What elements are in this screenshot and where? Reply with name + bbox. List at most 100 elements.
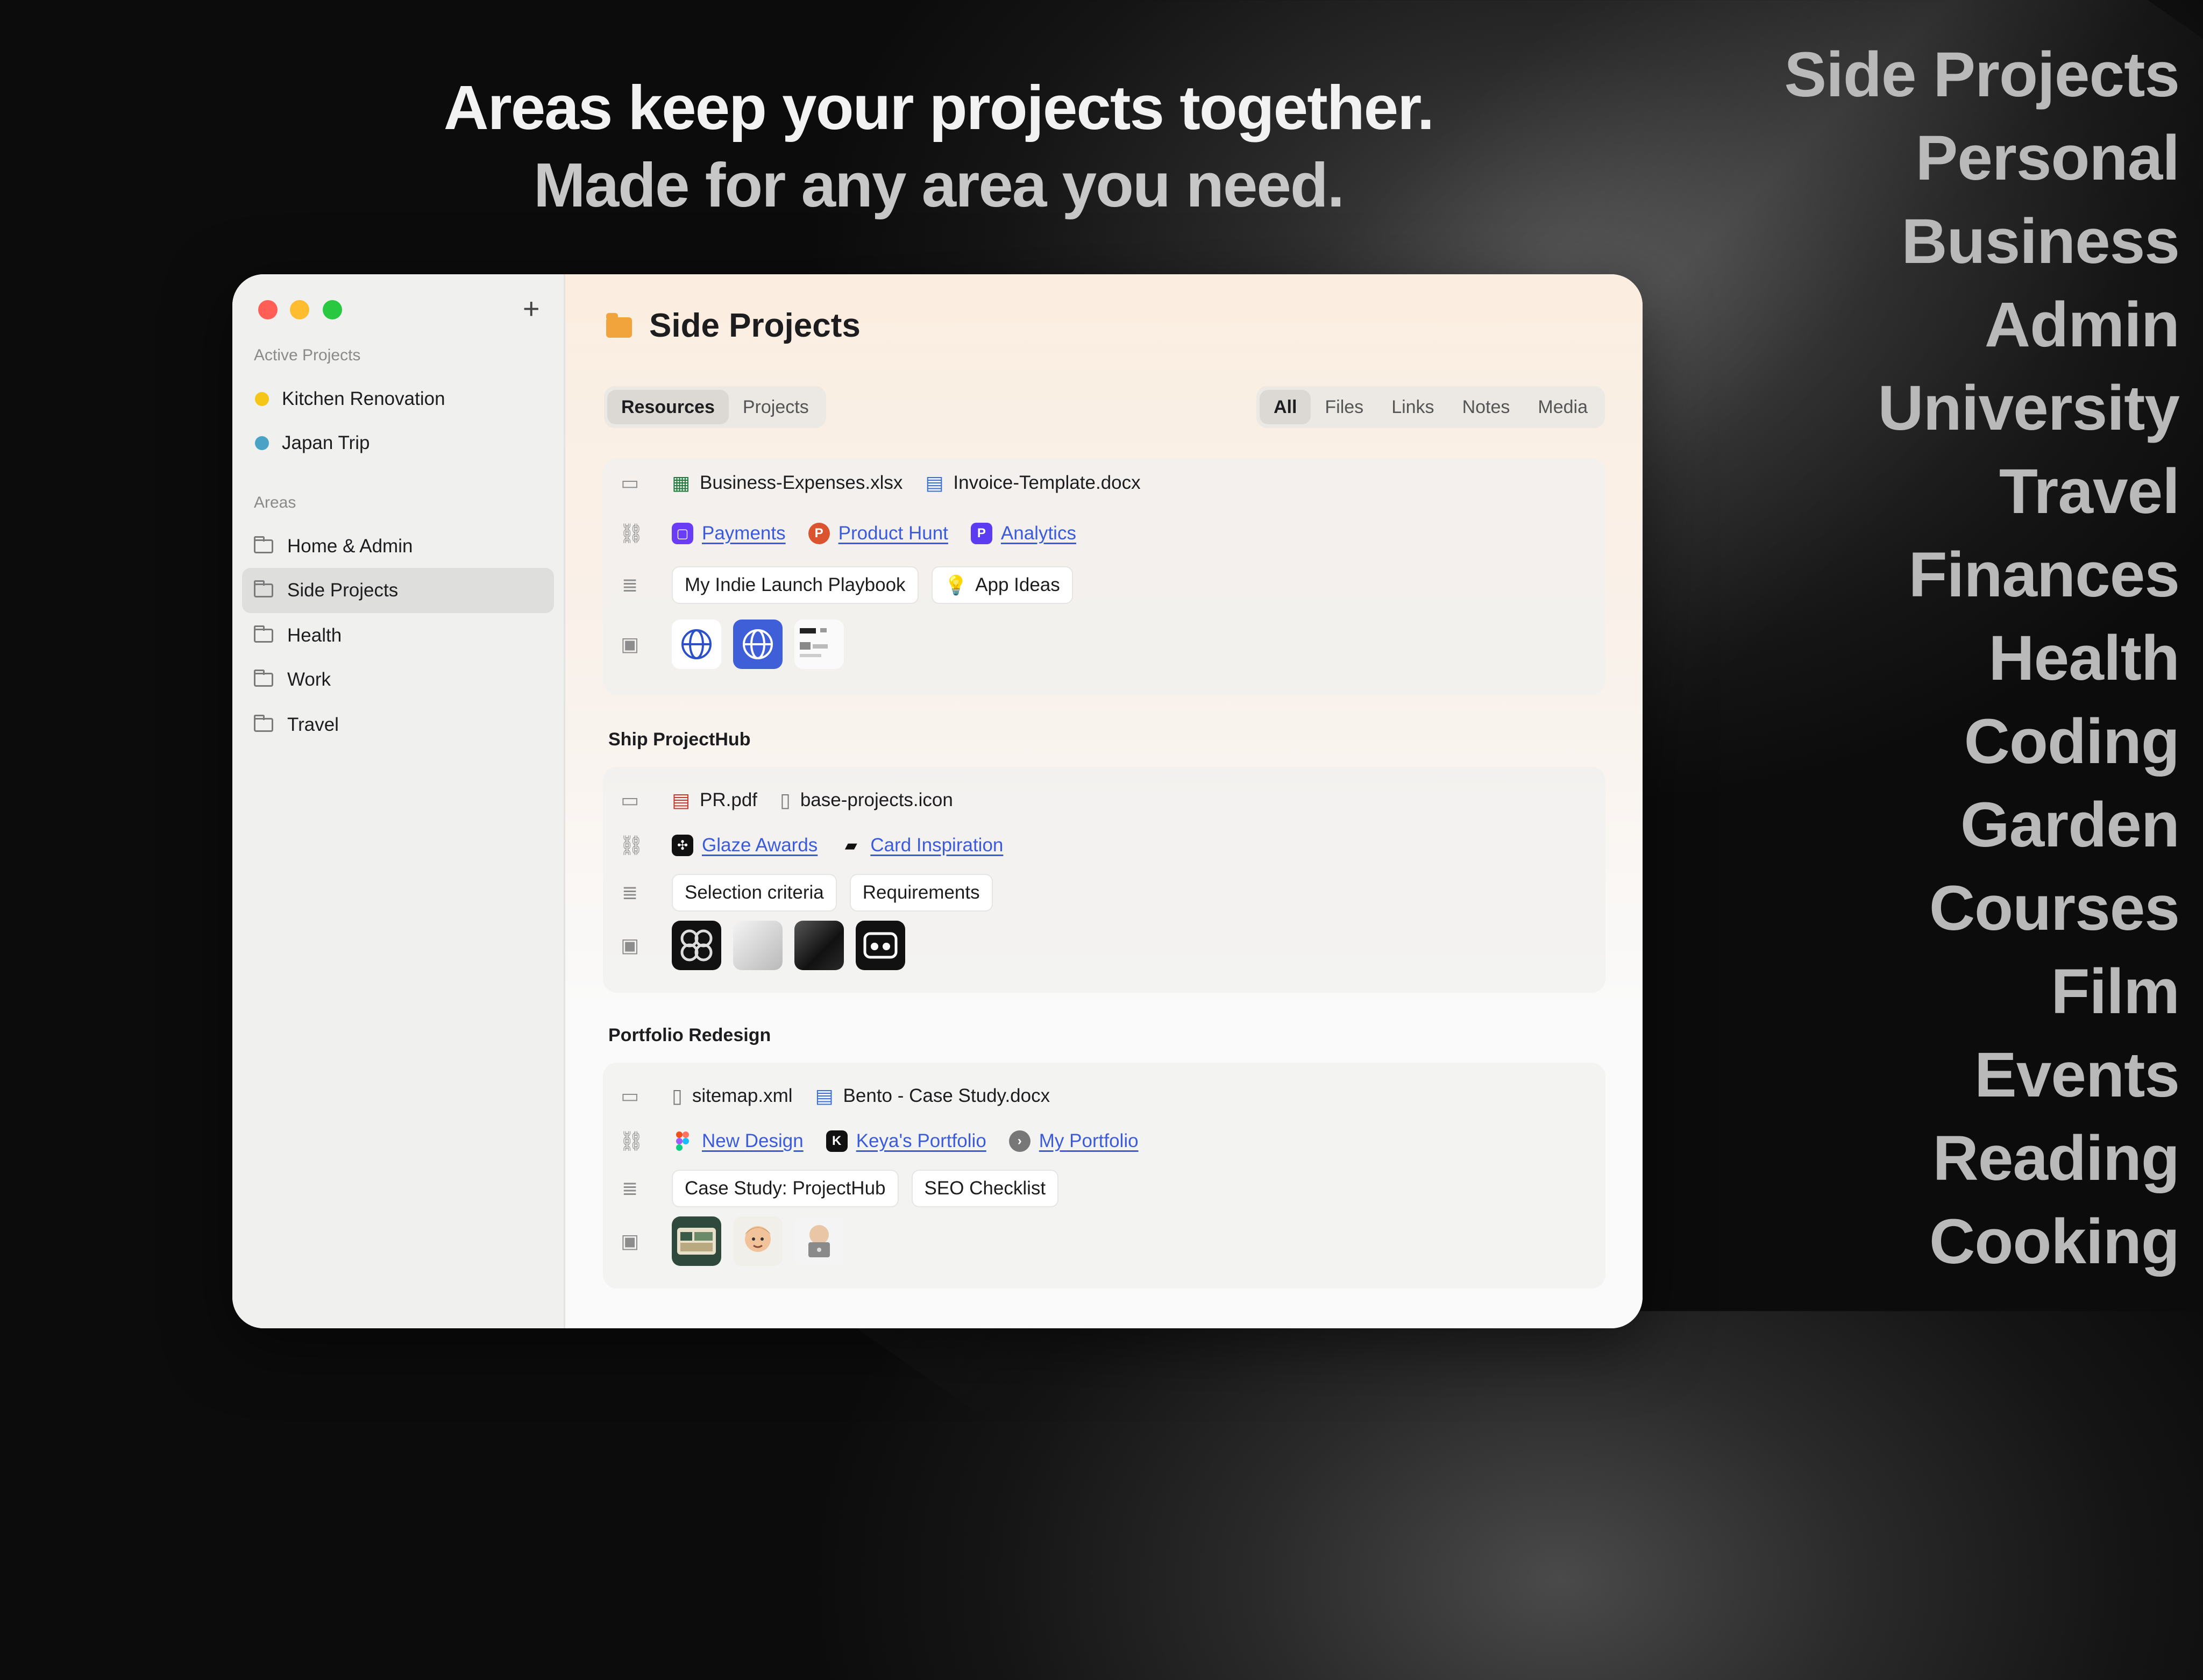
- file-item[interactable]: ▦ Business-Expenses.xlsx: [672, 472, 902, 494]
- group-label: Portfolio Redesign: [608, 1025, 771, 1045]
- area-name: Personal: [1915, 123, 2180, 194]
- app-icon-thumbnail[interactable]: [856, 921, 905, 970]
- sidebar-item-work[interactable]: Work: [242, 657, 554, 702]
- sidebar-item-label: Japan Trip: [282, 432, 370, 453]
- close-window-button[interactable]: [258, 300, 278, 319]
- dark-thumbnail[interactable]: [794, 921, 844, 970]
- area-name: Finances: [1908, 539, 2180, 610]
- area-name: University: [1878, 373, 2180, 444]
- page-title: Side Projects: [649, 307, 861, 344]
- area-name: Side Projects: [1784, 39, 2180, 110]
- file-icon: ▯: [672, 1085, 683, 1107]
- sidebar-item-health[interactable]: Health: [242, 613, 554, 658]
- files-row: ▭ ▯ sitemap.xml ▤ Bento - Case Study.docx: [603, 1074, 1605, 1117]
- notes-row: ≣ Case Study: ProjectHub SEO Checklist: [603, 1167, 1605, 1210]
- memoji-laptop-avatar[interactable]: [794, 1216, 844, 1266]
- pdf-icon: ▤: [672, 789, 691, 811]
- lightbulb-icon: 💡: [944, 574, 968, 596]
- file-item[interactable]: ▯ base-projects.icon: [780, 789, 953, 811]
- image-icon: ▣: [620, 633, 639, 655]
- link-icon: ⛓: [619, 522, 644, 544]
- note-item[interactable]: SEO Checklist: [911, 1170, 1059, 1207]
- note-item[interactable]: Case Study: ProjectHub: [672, 1170, 899, 1207]
- sidebar-item-side-projects[interactable]: Side Projects: [242, 568, 554, 613]
- sidebar-item-travel[interactable]: Travel: [242, 702, 554, 748]
- filter-all[interactable]: All: [1259, 390, 1311, 424]
- link-item[interactable]: P Analytics: [970, 523, 1076, 544]
- note-item[interactable]: Selection criteria: [672, 874, 837, 912]
- area-name: Cooking: [1929, 1206, 2180, 1277]
- silver-thumbnail[interactable]: [733, 921, 783, 970]
- file-item[interactable]: ▤ Bento - Case Study.docx: [815, 1085, 1050, 1107]
- link-item[interactable]: P Product Hunt: [808, 523, 948, 544]
- minimize-window-button[interactable]: [290, 300, 309, 319]
- area-name: Reading: [1932, 1123, 2180, 1194]
- sidebar: + Active Projects Kitchen Renovation Jap…: [232, 274, 565, 1328]
- note-item[interactable]: Requirements: [849, 874, 993, 912]
- filter-media[interactable]: Media: [1524, 390, 1602, 424]
- note-item[interactable]: 💡 App Ideas: [931, 566, 1073, 604]
- zoom-window-button[interactable]: [323, 300, 342, 319]
- folder-icon: [254, 670, 273, 687]
- area-name: Courses: [1929, 873, 2180, 944]
- link-item[interactable]: › My Portfolio: [1008, 1130, 1139, 1152]
- glaze-icon: ✣: [672, 835, 693, 856]
- folder-icon: [254, 580, 273, 597]
- tab-projects[interactable]: Projects: [729, 390, 823, 424]
- folder-icon: [606, 313, 632, 338]
- filter-notes[interactable]: Notes: [1448, 390, 1524, 424]
- filter-links[interactable]: Links: [1377, 390, 1448, 424]
- resource-card: ▭ ▯ sitemap.xml ▤ Bento - Case Study.docx …: [603, 1063, 1605, 1289]
- memoji-avatar[interactable]: [733, 1216, 783, 1266]
- status-dot-icon: [255, 436, 269, 450]
- resource-card: ▭ ▤ PR.pdf ▯ base-projects.icon ⛓ ✣ Glaze A…: [603, 767, 1605, 993]
- globe-icon[interactable]: [733, 620, 783, 669]
- link-item[interactable]: New Design: [672, 1130, 804, 1152]
- headline-line-1: Areas keep your projects together.: [443, 73, 1434, 143]
- globe-icon[interactable]: [672, 620, 721, 669]
- cards-icon: ▰: [844, 836, 857, 855]
- file-item[interactable]: ▤ PR.pdf: [672, 789, 757, 811]
- image-icon: ▣: [620, 934, 639, 956]
- sidebar-item-label: Travel: [287, 714, 339, 735]
- status-dot-icon: [255, 392, 269, 406]
- file-item[interactable]: ▤ Invoice-Template.docx: [925, 472, 1140, 494]
- folder-icon: [254, 715, 273, 732]
- screenshot-thumbnail[interactable]: [794, 620, 844, 669]
- link-item[interactable]: K Keya's Portfolio: [826, 1130, 986, 1152]
- resource-card: ▭ ▦ Business-Expenses.xlsx ▤ Invoice-Templ…: [603, 458, 1605, 695]
- producthunt-icon: P: [808, 523, 830, 544]
- headline-line-2: Made for any area you need.: [533, 150, 1345, 220]
- files-row: ▭ ▦ Business-Expenses.xlsx ▤ Invoice-Templ…: [603, 461, 1605, 504]
- glaze-logo-thumbnail[interactable]: [672, 921, 721, 970]
- areas-label: Areas: [254, 494, 296, 511]
- figma-icon: [672, 1130, 693, 1152]
- spreadsheet-icon: ▦: [672, 472, 691, 494]
- active-projects-label: Active Projects: [254, 346, 361, 364]
- link-item[interactable]: ✣ Glaze Awards: [672, 835, 818, 856]
- sidebar-item-label: Side Projects: [287, 580, 399, 601]
- sidebar-item-japan-trip[interactable]: Japan Trip: [242, 421, 554, 466]
- media-row: ▣: [603, 1214, 1605, 1268]
- sidebar-item-kitchen-renovation[interactable]: Kitchen Renovation: [242, 376, 554, 422]
- headline: Areas keep your projects together. Made …: [409, 69, 1468, 224]
- sidebar-item-label: Kitchen Renovation: [282, 388, 445, 409]
- link-item[interactable]: ▰ Card Inspiration: [840, 835, 1004, 856]
- link-item[interactable]: ▢ Payments: [672, 523, 786, 544]
- sidebar-item-home-admin[interactable]: Home & Admin: [242, 524, 554, 569]
- note-icon: ≣: [621, 574, 638, 596]
- plus-icon[interactable]: +: [523, 294, 540, 324]
- media-row: ▣: [603, 919, 1605, 972]
- main-panel: Side Projects Resources Projects All Fil…: [565, 274, 1643, 1328]
- tab-resources[interactable]: Resources: [607, 390, 729, 424]
- file-item[interactable]: ▯ sitemap.xml: [672, 1085, 793, 1107]
- area-name: Business: [1901, 206, 2180, 277]
- area-name: Admin: [1984, 289, 2180, 360]
- area-name: Health: [1988, 623, 2180, 694]
- bento-thumbnail[interactable]: [672, 1216, 721, 1266]
- note-item[interactable]: My Indie Launch Playbook: [672, 566, 919, 604]
- note-icon: ≣: [621, 881, 638, 903]
- filter-files[interactable]: Files: [1311, 390, 1377, 424]
- area-name: Coding: [1964, 706, 2180, 777]
- folder-icon: [254, 625, 273, 643]
